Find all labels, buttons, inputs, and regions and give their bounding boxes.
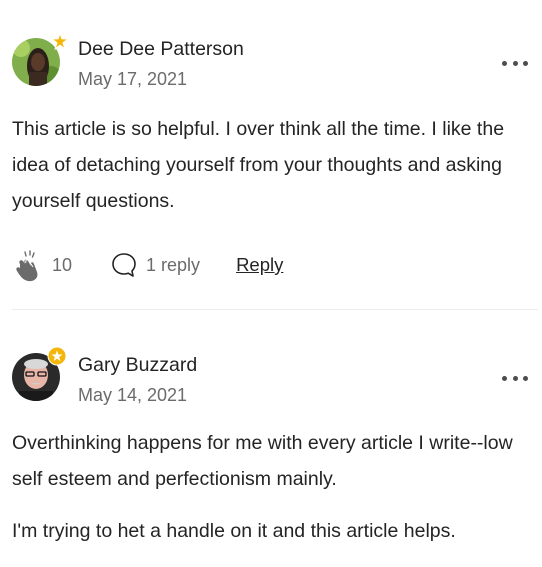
star-badge-icon (51, 32, 69, 50)
reply-count: 1 reply (146, 254, 201, 275)
comment-date[interactable]: May 14, 2021 (78, 385, 187, 406)
comment-paragraph: Overthinking happens for me with every a… (12, 432, 513, 490)
reply-button[interactable]: Reply (236, 254, 283, 276)
more-options-icon[interactable] (502, 371, 528, 385)
comment-body: Overthinking happens for me with every a… (12, 425, 537, 549)
comment-paragraph: This article is so helpful. I over think… (12, 118, 505, 212)
comment-date[interactable]: May 17, 2021 (78, 69, 187, 90)
author-name[interactable]: Dee Dee Patterson (78, 38, 244, 61)
author-name[interactable]: Gary Buzzard (78, 354, 197, 377)
comment-paragraph: I'm trying to het a handle on it and thi… (12, 520, 456, 542)
replies-toggle[interactable]: 1 reply (110, 251, 200, 279)
avatar[interactable] (11, 346, 67, 401)
comment-body: This article is so helpful. I over think… (12, 111, 537, 219)
more-options-icon[interactable] (502, 56, 528, 70)
avatar[interactable] (11, 32, 69, 86)
clap-icon (16, 250, 38, 282)
comment-item: Gary Buzzard May 14, 2021 Overthinking h… (0, 310, 542, 567)
comment-item: Dee Dee Patterson May 17, 2021 This arti… (0, 0, 542, 310)
comment-actions: 10 1 reply Reply (12, 245, 283, 285)
star-badge-icon (47, 346, 67, 366)
clap-count: 10 (52, 254, 73, 275)
clap-button[interactable]: 10 (12, 248, 72, 282)
reply-bubble-icon (112, 253, 136, 277)
